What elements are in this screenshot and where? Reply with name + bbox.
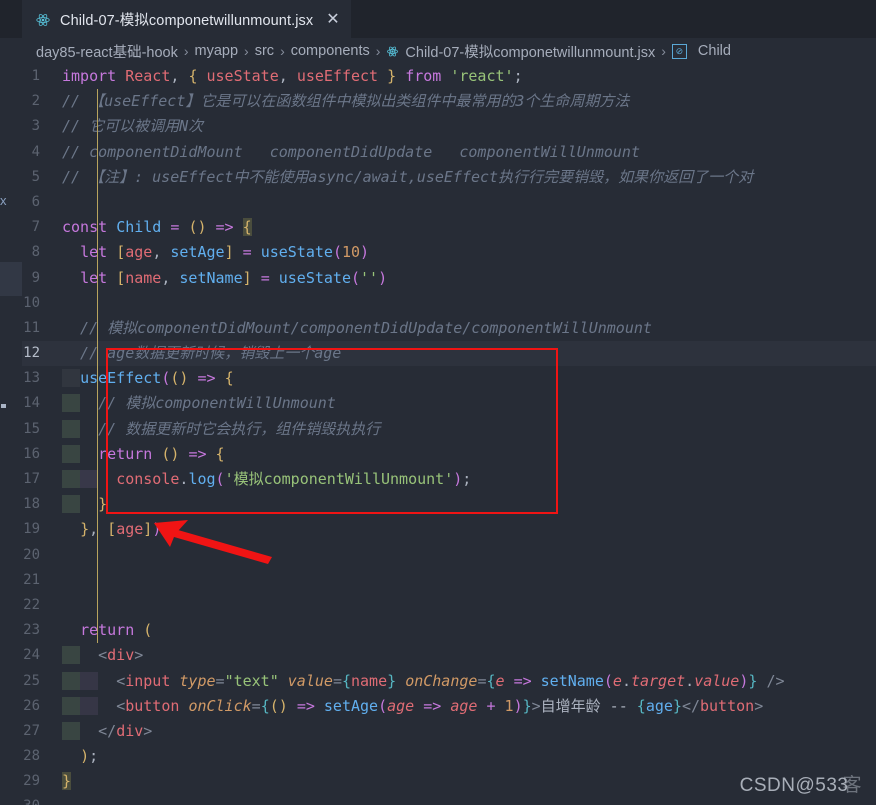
code-line[interactable]: 9 let [name, setName] = useState('') <box>0 266 876 291</box>
breadcrumb-item-src[interactable]: src <box>255 43 274 59</box>
line-content: // age数据更新时候，销毁上一个age <box>62 344 342 363</box>
code-editor[interactable]: 1 import React, { useState, useEffect } … <box>0 64 876 805</box>
breadcrumb-item-components[interactable]: components <box>291 43 370 59</box>
explorer-item-marker <box>1 404 6 408</box>
code-line[interactable]: 16 return () => { <box>0 442 876 467</box>
symbol-class-icon: ⊘ <box>671 43 687 59</box>
code-lines: 1 import React, { useState, useEffect } … <box>0 64 876 805</box>
line-content: <div> <box>62 643 876 668</box>
code-line[interactable]: 20 <box>0 543 876 568</box>
line-content: useEffect(() => { <box>62 366 876 391</box>
line-content: }, [age]) <box>80 520 162 539</box>
line-content: // 【useEffect】它是可以在函数组件中模拟出类组件中最常用的3个生命周… <box>62 92 630 111</box>
breadcrumb: day85-react基础-hook › myapp › src › compo… <box>0 38 876 64</box>
line-content: <button onClick={() => setAge(age => age… <box>62 694 876 719</box>
code-line[interactable]: 18 } <box>0 492 876 517</box>
line-content: ); <box>80 747 99 766</box>
breadcrumb-file-label: Child-07-模拟componetwillunmount.jsx <box>405 44 656 61</box>
react-icon <box>35 12 51 28</box>
line-content: </div> <box>62 719 876 744</box>
close-icon[interactable]: ✕ <box>326 11 339 28</box>
code-line[interactable]: 5 // 【注】: useEffect中不能使用async/await,useE… <box>0 165 876 190</box>
breadcrumb-separator: › <box>280 43 285 59</box>
watermark-suffix: 客 <box>842 775 862 796</box>
editor-tab-label: Child-07-模拟componetwillunmount.jsx <box>60 13 314 29</box>
explorer-tabrow-edge <box>0 0 22 38</box>
breadcrumb-item-myapp[interactable]: myapp <box>195 43 239 59</box>
line-content: const Child = () => { <box>62 218 252 237</box>
line-content: console.log('模拟componentWillUnmount'); <box>62 467 876 492</box>
code-line[interactable]: 1 import React, { useState, useEffect } … <box>0 64 876 89</box>
code-line[interactable]: 25 <input type="text" value={name} onCha… <box>0 669 876 694</box>
line-content: return () => { <box>62 442 876 467</box>
code-line[interactable]: 4 // componentDidMount componentDidUpdat… <box>0 140 876 165</box>
breadcrumb-separator: › <box>375 43 381 59</box>
line-content: let [age, setAge] = useState(10) <box>80 243 370 262</box>
code-line-active[interactable]: 12 // age数据更新时候，销毁上一个age <box>0 341 876 367</box>
csdn-watermark: CSDN@533客 <box>740 770 862 797</box>
code-line[interactable]: 27 </div> <box>0 719 876 744</box>
line-content: let [name, setName] = useState('') <box>80 268 388 287</box>
line-content: // 数据更新时它会执行，组件销毁执执行 <box>62 417 876 442</box>
breadcrumb-separator: › <box>244 43 249 59</box>
bracket-match-guide <box>97 89 99 644</box>
code-line[interactable]: 8 let [age, setAge] = useState(10) <box>0 240 876 265</box>
code-line[interactable]: 26 <button onClick={() => setAge(age => … <box>0 694 876 719</box>
tab-bar-empty-space <box>350 0 876 38</box>
line-content: // 模拟componentWillUnmount <box>62 391 876 416</box>
breadcrumb-item-symbol[interactable]: ⊘ Child <box>671 43 731 59</box>
code-line[interactable]: 14 // 模拟componentWillUnmount <box>0 391 876 416</box>
line-content: return ( <box>80 621 153 640</box>
editor-tab-bar: Child-07-模拟componetwillunmount.jsx ✕ <box>0 0 876 38</box>
code-line[interactable]: 7 const Child = () => { <box>0 215 876 240</box>
breadcrumb-separator: › <box>183 43 189 59</box>
breadcrumb-item-file[interactable]: Child-07-模拟componetwillunmount.jsx <box>386 41 655 62</box>
code-line[interactable]: 2 // 【useEffect】它是可以在函数组件中模拟出类组件中最常用的3个生… <box>0 89 876 114</box>
editor-tab-active[interactable]: Child-07-模拟componetwillunmount.jsx ✕ <box>22 0 351 38</box>
code-line[interactable]: 23 return ( <box>0 618 876 643</box>
code-line[interactable]: 19 }, [age]) <box>0 517 876 542</box>
line-content: // 它可以被调用N次 <box>62 117 204 136</box>
watermark-text: CSDN@533 <box>739 775 849 796</box>
code-line[interactable]: 22 <box>0 593 876 618</box>
code-line[interactable]: 24 <div> <box>0 643 876 668</box>
line-content: // 模拟componentDidMount/componentDidUpdat… <box>62 318 652 337</box>
code-line[interactable]: 6 <box>0 190 876 215</box>
react-icon <box>386 45 399 58</box>
code-line[interactable]: 3 // 它可以被调用N次 <box>0 114 876 139</box>
line-content: import React, { useState, useEffect } fr… <box>62 67 523 85</box>
code-line[interactable]: 11 // 模拟componentDidMount/componentDidUp… <box>0 316 876 341</box>
code-line[interactable]: 15 // 数据更新时它会执行，组件销毁执执行 <box>0 417 876 442</box>
line-content: <input type="text" value={name} onChange… <box>62 669 876 694</box>
explorer-selected-row-edge[interactable] <box>0 262 22 296</box>
code-line[interactable]: 13 useEffect(() => { <box>0 366 876 391</box>
breadcrumb-symbol-label: Child <box>697 43 731 59</box>
code-line[interactable]: 21 <box>0 568 876 593</box>
line-content: } <box>62 492 876 517</box>
code-line[interactable]: 17 console.log('模拟componentWillUnmount')… <box>0 467 876 492</box>
code-line[interactable]: 10 <box>0 291 876 316</box>
explorer-close-icon-edge[interactable]: x <box>0 193 7 208</box>
explorer-panel-edge[interactable]: x <box>0 0 22 805</box>
line-content: // componentDidMount componentDidUpdate … <box>62 142 640 161</box>
breadcrumb-item-project[interactable]: day85-react基础-hook <box>36 41 178 62</box>
vscode-window: Child-07-模拟componetwillunmount.jsx ✕ day… <box>0 0 876 805</box>
breadcrumb-separator: › <box>661 43 666 59</box>
line-content: // 【注】: useEffect中不能使用async/await,useEff… <box>62 167 754 186</box>
code-line[interactable]: 28 ); <box>0 744 876 769</box>
